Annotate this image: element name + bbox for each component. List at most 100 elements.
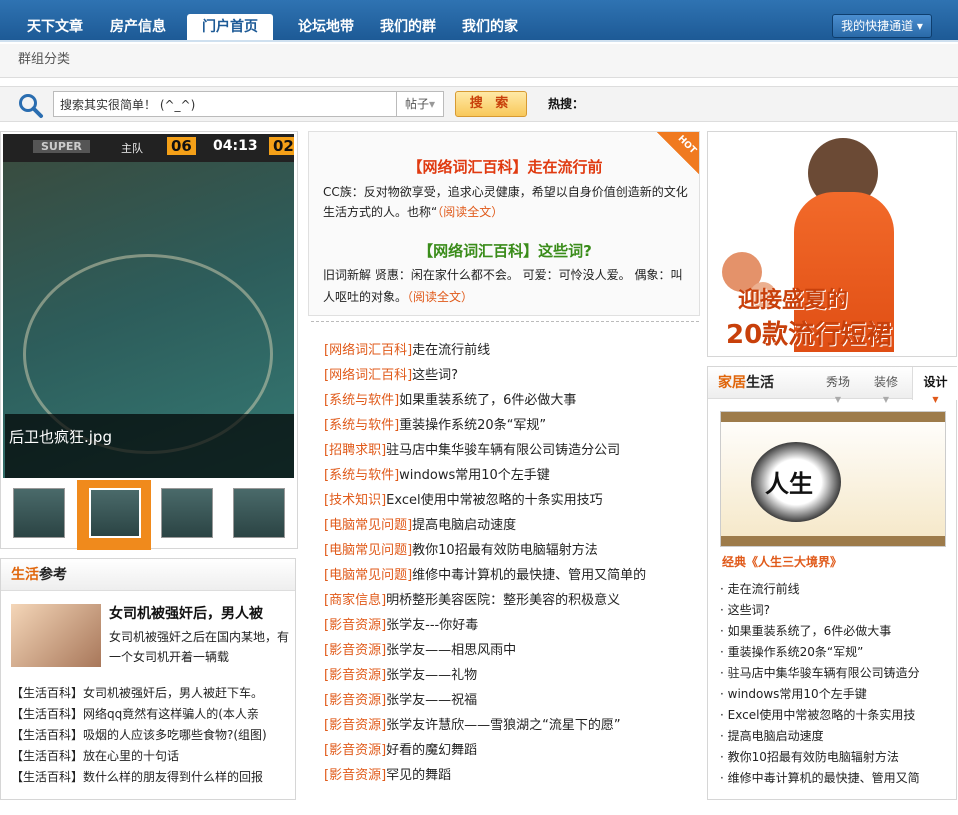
article-list-item[interactable]: [影音资源]好看的魔幻舞蹈 <box>324 738 700 763</box>
tab-portal-home[interactable]: 门户首页 <box>187 14 273 40</box>
tab-forum[interactable]: 论坛地带 <box>286 14 366 40</box>
home-tab-decor[interactable]: 装修 ▼ <box>864 367 908 404</box>
home-list-item-text[interactable]: 维修中毒计算机的最快捷、管用又简 <box>728 771 920 785</box>
article-list-item[interactable]: [系统与软件]重装操作系统20条“军规” <box>324 413 700 438</box>
article-title[interactable]: 明桥整形美容医院：整形美容的积极意义 <box>386 593 620 608</box>
article-list-item[interactable]: [影音资源]张学友许慧欣——雪狼湖之“流星下的愿” <box>324 713 700 738</box>
article-list-item[interactable]: [影音资源]张学友——相思风雨中 <box>324 638 700 663</box>
article-list-item[interactable]: [影音资源]张学友——礼物 <box>324 663 700 688</box>
article-list-item[interactable]: [网络词汇百科]走在流行前线 <box>324 338 700 363</box>
article-title[interactable]: 提高电脑启动速度 <box>412 518 516 533</box>
article-category[interactable]: [招聘求职] <box>324 443 386 458</box>
article-category[interactable]: [影音资源] <box>324 668 386 683</box>
home-list-item-text[interactable]: 驻马店中集华骏车辆有限公司铸造分 <box>728 666 920 680</box>
article-category[interactable]: [系统与软件] <box>324 468 399 483</box>
thumbnail-2[interactable] <box>89 488 141 538</box>
home-list-item[interactable]: · 维修中毒计算机的最快捷、管用又简 <box>720 768 950 789</box>
article-category[interactable]: [电脑常见问题] <box>324 568 412 583</box>
article-title[interactable]: 张学友---你好毒 <box>386 618 478 633</box>
summer-skirt-ad[interactable]: 迎接盛夏的 20款流行短裙 <box>707 131 957 357</box>
article-title[interactable]: windows常用10个左手键 <box>399 468 550 483</box>
article-title[interactable]: 走在流行前线 <box>412 343 490 358</box>
article-category[interactable]: [网络词汇百科] <box>324 368 412 383</box>
hot-title-1[interactable]: 【网络词汇百科】走在流行前 <box>309 156 701 177</box>
life-list-item[interactable]: 【生活百科】女司机被强奸后，男人被赶下车。 <box>11 683 295 704</box>
article-category[interactable]: [影音资源] <box>324 743 386 758</box>
home-list-item[interactable]: · windows常用10个左手键 <box>720 684 950 705</box>
hot-title-2[interactable]: 【网络词汇百科】这些词? <box>309 240 701 261</box>
article-list-item[interactable]: [电脑常见问题]维修中毒计算机的最快捷、管用又简单的 <box>324 563 700 588</box>
article-title[interactable]: 好看的魔幻舞蹈 <box>386 743 477 758</box>
home-list-item[interactable]: · 如果重装系统了，6件必做大事 <box>720 621 950 642</box>
thumbnail-1[interactable] <box>13 488 65 538</box>
article-list-item[interactable]: [影音资源]张学友——祝福 <box>324 688 700 713</box>
home-list-item-text[interactable]: 如果重装系统了，6件必做大事 <box>728 624 892 638</box>
article-list-item[interactable]: [电脑常见问题]教你10招最有效防电脑辐射方法 <box>324 538 700 563</box>
article-category[interactable]: [影音资源] <box>324 768 386 783</box>
home-list-item[interactable]: · Excel使用中常被忽略的十条实用技 <box>720 705 950 726</box>
read-more-link-2[interactable]: （阅读全文） <box>407 290 473 304</box>
article-title[interactable]: 重装操作系统20条“军规” <box>399 418 546 433</box>
home-list-item[interactable]: · 走在流行前线 <box>720 579 950 600</box>
article-category[interactable]: [影音资源] <box>324 693 386 708</box>
tab-our-group[interactable]: 我们的群 <box>368 14 448 40</box>
article-title[interactable]: 如果重装系统了，6件必做大事 <box>399 393 576 408</box>
article-title[interactable]: 张学友——相思风雨中 <box>386 643 516 658</box>
article-list-item[interactable]: [商家信息]明桥整形美容医院：整形美容的积极意义 <box>324 588 700 613</box>
article-category[interactable]: [系统与软件] <box>324 393 399 408</box>
thumbnail-3[interactable] <box>161 488 213 538</box>
article-list-item[interactable]: [招聘求职]驻马店中集华骏车辆有限公司铸造分公司 <box>324 438 700 463</box>
home-feature-title[interactable]: 经典《人生三大境界》 <box>722 553 842 570</box>
home-list-item[interactable]: · 重装操作系统20条“军规” <box>720 642 950 663</box>
tab-realestate[interactable]: 房产信息 <box>98 14 178 40</box>
life-feature-title[interactable]: 女司机被强奸后，男人被 <box>109 603 263 623</box>
article-category[interactable]: [系统与软件] <box>324 418 399 433</box>
home-tab-show[interactable]: 秀场 ▼ <box>816 367 860 404</box>
home-list-item-text[interactable]: windows常用10个左手键 <box>728 687 867 701</box>
article-list-item[interactable]: [技术知识]Excel使用中常被忽略的十条实用技巧 <box>324 488 700 513</box>
article-list-item[interactable]: [系统与软件]如果重装系统了，6件必做大事 <box>324 388 700 413</box>
home-tab-design[interactable]: 设计 ▼ <box>912 367 958 404</box>
home-list-item-text[interactable]: 走在流行前线 <box>728 582 800 596</box>
quick-access-dropdown[interactable]: 我的快捷通道 ▾ <box>832 14 932 38</box>
article-list-item[interactable]: [影音资源]罕见的舞蹈 <box>324 763 700 788</box>
life-feature-image[interactable] <box>11 604 101 667</box>
article-category[interactable]: [影音资源] <box>324 643 386 658</box>
read-more-link-1[interactable]: （阅读全文） <box>437 205 503 219</box>
article-title[interactable]: 这些词? <box>412 368 458 383</box>
group-category-link[interactable]: 群组分类 <box>18 52 70 67</box>
home-list-item-text[interactable]: 重装操作系统20条“军规” <box>728 645 864 659</box>
article-title[interactable]: 罕见的舞蹈 <box>386 768 451 783</box>
home-list-item-text[interactable]: 这些词? <box>728 603 770 617</box>
article-title[interactable]: 张学友许慧欣——雪狼湖之“流星下的愿” <box>386 718 620 733</box>
search-type-select[interactable]: 帖子▾ <box>396 91 444 117</box>
article-list-item[interactable]: [影音资源]张学友---你好毒 <box>324 613 700 638</box>
home-feature-image[interactable]: 人生 <box>720 411 946 547</box>
search-input[interactable] <box>53 91 397 117</box>
article-category[interactable]: [电脑常见问题] <box>324 543 412 558</box>
article-category[interactable]: [网络词汇百科] <box>324 343 412 358</box>
life-list-item[interactable]: 【生活百科】网络qq竟然有这样骗人的(本人亲 <box>11 704 295 725</box>
article-category[interactable]: [影音资源] <box>324 718 386 733</box>
home-list-item[interactable]: · 这些词? <box>720 600 950 621</box>
article-list-item[interactable]: [系统与软件]windows常用10个左手键 <box>324 463 700 488</box>
article-category[interactable]: [影音资源] <box>324 618 386 633</box>
article-title[interactable]: 张学友——礼物 <box>386 668 477 683</box>
life-list-item[interactable]: 【生活百科】数什么样的朋友得到什么样的回报 <box>11 767 295 788</box>
slideshow-image[interactable]: SUPER 主队 06 04:13 02 后卫也疯狂.jpg <box>3 134 294 478</box>
home-list-item[interactable]: · 驻马店中集华骏车辆有限公司铸造分 <box>720 663 950 684</box>
article-title[interactable]: 维修中毒计算机的最快捷、管用又简单的 <box>412 568 646 583</box>
life-list-item[interactable]: 【生活百科】放在心里的十句话 <box>11 746 295 767</box>
home-list-item-text[interactable]: 提高电脑启动速度 <box>728 729 824 743</box>
article-list-item[interactable]: [电脑常见问题]提高电脑启动速度 <box>324 513 700 538</box>
article-category[interactable]: [技术知识] <box>324 493 386 508</box>
search-button[interactable]: 搜 索 <box>455 91 527 117</box>
article-title[interactable]: 教你10招最有效防电脑辐射方法 <box>412 543 598 558</box>
tab-articles[interactable]: 天下文章 <box>12 14 98 40</box>
article-category[interactable]: [电脑常见问题] <box>324 518 412 533</box>
article-title[interactable]: Excel使用中常被忽略的十条实用技巧 <box>386 493 602 508</box>
article-title[interactable]: 驻马店中集华骏车辆有限公司铸造分公司 <box>386 443 620 458</box>
article-title[interactable]: 张学友——祝福 <box>386 693 477 708</box>
home-list-item[interactable]: · 教你10招最有效防电脑辐射方法 <box>720 747 950 768</box>
home-list-item-text[interactable]: 教你10招最有效防电脑辐射方法 <box>728 750 899 764</box>
